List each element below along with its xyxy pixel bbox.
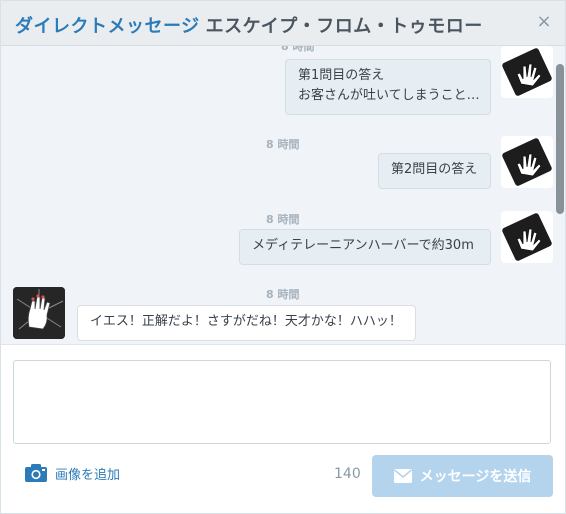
avatar-hand-icon <box>502 213 552 261</box>
send-message-button[interactable]: メッセージを送信 <box>372 455 553 497</box>
message-text: 第2問目の答え <box>391 162 478 177</box>
message-text: お客さんが吐いてしまうこと… <box>298 88 480 103</box>
message-timestamp: 8 時間 <box>266 213 300 226</box>
dm-title: ダイレクトメッセージ エスケイプ・フロム・トゥモロー <box>15 12 483 38</box>
char-counter: 140 <box>334 466 361 482</box>
conversation-scrollbar[interactable] <box>556 64 564 214</box>
composer: 画像を追加 140 メッセージを送信 <box>1 344 565 513</box>
dm-header: ダイレクトメッセージ エスケイプ・フロム・トゥモロー × <box>1 1 565 46</box>
message-timestamp: 8 時間 <box>266 138 300 151</box>
my-avatar[interactable] <box>501 46 553 98</box>
add-image-label: 画像を追加 <box>55 467 121 483</box>
avatar-hand-icon <box>502 138 552 186</box>
close-icon: × <box>536 11 552 32</box>
avatar-hand-icon <box>502 48 552 96</box>
my-avatar[interactable] <box>501 211 553 263</box>
envelope-icon <box>393 469 412 483</box>
my-avatar[interactable] <box>501 136 553 188</box>
conversation-pane[interactable]: 8 時間 第1問目の答え お客さんが吐いてしまうこと… 8 時間 第2問目の答え… <box>1 46 565 344</box>
message-timestamp: 8 時間 <box>281 46 315 53</box>
add-image-button[interactable]: 画像を追加 <box>25 462 120 484</box>
message-text: 第1問目の答え <box>298 68 385 83</box>
message-bubble: イエス！正解だよ！さすがだね！天才かな！ハハッ！ <box>77 305 416 341</box>
message-input[interactable] <box>13 360 551 444</box>
message-text: メディテレーニアンハーバーで約30m <box>252 238 474 253</box>
close-button[interactable]: × <box>533 11 555 33</box>
dm-title-prefix: ダイレクトメッセージ <box>15 16 200 37</box>
sender-avatar[interactable] <box>13 287 65 339</box>
message-bubble: メディテレーニアンハーバーで約30m <box>239 229 491 265</box>
avatar-glove-icon <box>13 287 65 339</box>
message-bubble: 第2問目の答え <box>378 153 491 189</box>
message-timestamp: 8 時間 <box>266 288 300 301</box>
send-button-label: メッセージを送信 <box>419 469 532 485</box>
camera-icon <box>25 464 47 482</box>
dm-window: ダイレクトメッセージ エスケイプ・フロム・トゥモロー × 8 時間 第1問目の答え… <box>0 0 566 514</box>
conversation-name: エスケイプ・フロム・トゥモロー <box>205 16 483 37</box>
message-text: イエス！正解だよ！さすがだね！天才かな！ハハッ！ <box>90 314 402 329</box>
message-bubble: 第1問目の答え お客さんが吐いてしまうこと… <box>285 59 491 115</box>
